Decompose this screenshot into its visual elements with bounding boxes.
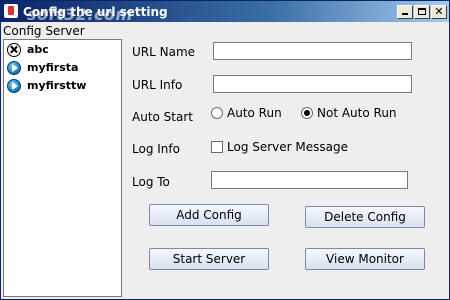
start-server-button[interactable]: Start Server bbox=[149, 248, 269, 270]
view-monitor-button[interactable]: View Monitor bbox=[305, 248, 425, 270]
not-auto-run-label: Not Auto Run bbox=[317, 106, 397, 120]
tree-item-label: myfirsta bbox=[27, 61, 79, 74]
maximize-button[interactable] bbox=[414, 5, 430, 19]
url-name-input[interactable] bbox=[213, 42, 412, 60]
minimize-icon bbox=[402, 13, 408, 15]
add-config-button[interactable]: Add Config bbox=[149, 204, 269, 226]
url-info-label: URL Info bbox=[132, 78, 183, 92]
sidebar-title: Config Server bbox=[3, 24, 85, 38]
log-server-message-box[interactable] bbox=[211, 141, 223, 153]
auto-run-label: Auto Run bbox=[227, 106, 282, 120]
title-bar[interactable]: Config the url setting soft32.com ✕ bbox=[1, 1, 449, 24]
running-server-icon bbox=[7, 61, 21, 75]
log-server-message-checkbox[interactable]: Log Server Message bbox=[211, 140, 361, 156]
delete-config-button[interactable]: Delete Config bbox=[305, 206, 425, 228]
running-server-icon bbox=[7, 79, 21, 93]
log-server-message-label: Log Server Message bbox=[227, 140, 349, 154]
log-to-input[interactable] bbox=[211, 171, 408, 189]
tree-item-label: myfirsttw bbox=[27, 79, 87, 92]
tree-item-label: abc bbox=[27, 43, 49, 56]
not-auto-run-radio[interactable]: Not Auto Run bbox=[301, 106, 401, 122]
url-name-label: URL Name bbox=[132, 45, 196, 59]
url-info-input[interactable] bbox=[213, 75, 412, 93]
log-to-label: Log To bbox=[132, 175, 170, 189]
stopped-server-icon bbox=[7, 43, 21, 57]
config-window: Config the url setting soft32.com ✕ Conf… bbox=[0, 0, 450, 300]
java-cup-icon bbox=[4, 4, 18, 18]
server-tree[interactable]: abc myfirsta myfirsttw bbox=[3, 39, 122, 297]
not-auto-run-radio-circle[interactable] bbox=[301, 107, 313, 119]
minimize-button[interactable] bbox=[397, 5, 413, 19]
maximize-icon bbox=[418, 8, 426, 15]
log-info-label: Log Info bbox=[132, 142, 180, 156]
auto-run-radio-circle[interactable] bbox=[211, 107, 223, 119]
close-button[interactable]: ✕ bbox=[431, 5, 447, 19]
auto-run-radio[interactable]: Auto Run bbox=[211, 106, 291, 122]
close-icon: ✕ bbox=[434, 5, 444, 18]
auto-start-label: Auto Start bbox=[132, 110, 193, 124]
window-title: Config the url setting bbox=[23, 5, 168, 19]
